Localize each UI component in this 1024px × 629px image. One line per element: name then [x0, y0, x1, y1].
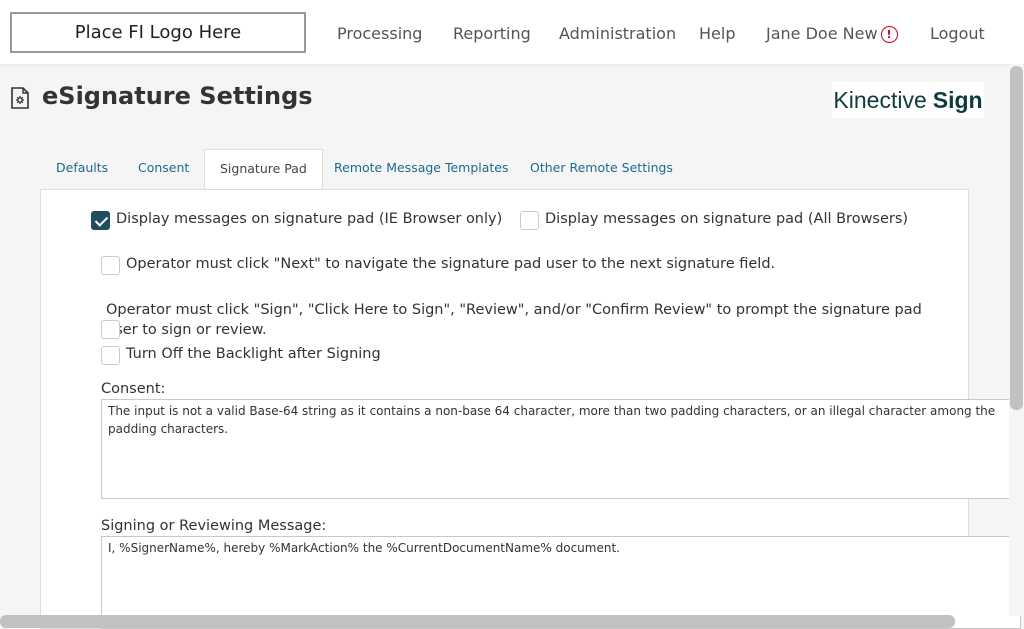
- nav-processing[interactable]: Processing: [337, 24, 422, 43]
- consent-textarea[interactable]: The input is not a valid Base-64 string …: [101, 399, 1021, 499]
- click-next-checkbox[interactable]: [101, 256, 120, 275]
- settings-document-icon: [11, 87, 29, 109]
- backlight-checkbox[interactable]: [101, 346, 120, 365]
- display-ie-label: Display messages on signature pad (IE Br…: [116, 211, 503, 227]
- vertical-scrollbar-thumb[interactable]: [1010, 66, 1023, 410]
- nav-reporting[interactable]: Reporting: [453, 24, 531, 43]
- tab-signature-pad[interactable]: Signature Pad: [204, 149, 323, 189]
- backlight-label: Turn Off the Backlight after Signing: [126, 346, 381, 362]
- logo-placeholder-text: Place FI Logo Here: [74, 22, 242, 43]
- nav-help[interactable]: Help: [699, 24, 735, 43]
- display-all-browsers-label: Display messages on signature pad (All B…: [545, 211, 909, 227]
- nav-user-menu[interactable]: Jane Doe New!: [766, 24, 898, 43]
- click-next-label: Operator must click "Next" to navigate t…: [126, 256, 776, 272]
- fi-logo-placeholder: Place FI Logo Here: [10, 12, 306, 53]
- tab-other-remote-settings[interactable]: Other Remote Settings: [530, 160, 673, 175]
- horizontal-scrollbar-thumb[interactable]: [0, 615, 955, 628]
- alert-icon[interactable]: !: [880, 26, 898, 43]
- signing-message-label: Signing or Reviewing Message:: [101, 518, 327, 534]
- top-navigation-bar: Place FI Logo Here Processing Reporting …: [0, 0, 1024, 64]
- click-sign-checkbox[interactable]: [101, 320, 120, 339]
- nav-logout[interactable]: Logout: [930, 24, 985, 43]
- brand-primary: Kinective: [833, 86, 927, 113]
- tab-remote-message-templates[interactable]: Remote Message Templates: [334, 160, 509, 175]
- nav-administration[interactable]: Administration: [559, 24, 676, 43]
- consent-field-label: Consent:: [101, 381, 166, 397]
- tab-defaults[interactable]: Defaults: [56, 160, 108, 175]
- user-name: Jane Doe New: [766, 24, 878, 43]
- page-title: eSignature Settings: [42, 82, 313, 110]
- brand-secondary: Sign: [932, 86, 983, 113]
- click-sign-label: Operator must click "Sign", "Click Here …: [106, 302, 922, 338]
- tab-consent[interactable]: Consent: [138, 160, 189, 175]
- display-all-browsers-checkbox[interactable]: [520, 211, 539, 230]
- display-ie-checkbox[interactable]: [91, 211, 110, 230]
- kinective-sign-logo: Kinective Sign: [832, 82, 984, 118]
